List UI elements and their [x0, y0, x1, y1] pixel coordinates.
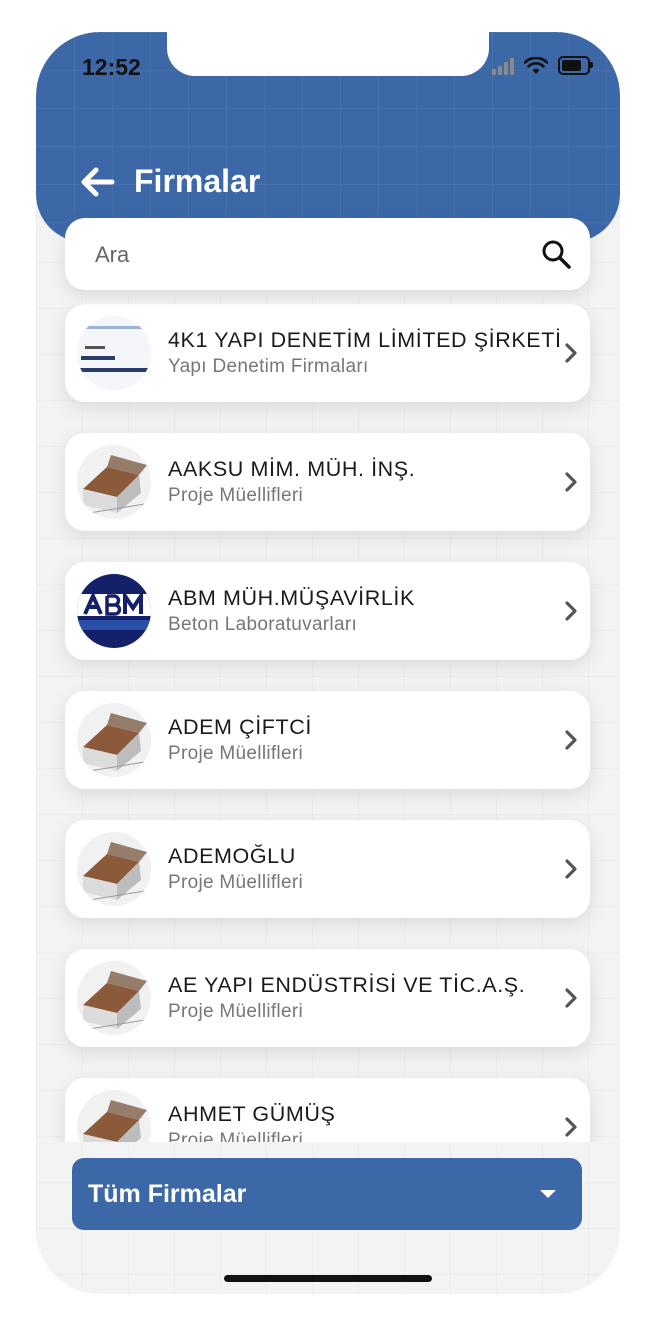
chevron-right-icon	[565, 1117, 577, 1137]
firm-category: Proje Müellifleri	[168, 485, 303, 506]
chevron-right-icon	[565, 988, 577, 1008]
device-notch	[167, 32, 489, 76]
firm-card[interactable]: ADEMOĞLU Proje Müellifleri	[65, 820, 590, 918]
firm-name: ABM MÜH.MÜŞAVİRLİK	[168, 586, 415, 610]
firm-category: Proje Müellifleri	[168, 872, 303, 893]
firm-card[interactable]: ADEM ÇİFTCİ Proje Müellifleri	[65, 691, 590, 789]
phone-screen: 12:52 Firmalar Ara 4K1 YAPI DENETİM LİMİ…	[36, 32, 620, 1294]
firm-avatar-abm-logo	[77, 574, 151, 648]
firm-name: AHMET GÜMÜŞ	[168, 1102, 336, 1126]
firm-avatar-house-sketch	[77, 832, 151, 906]
status-icons	[492, 56, 593, 75]
firm-avatar-house-sketch	[77, 703, 151, 777]
chevron-right-icon	[565, 859, 577, 879]
firm-card[interactable]: 4K1 YAPI DENETİM LİMİTED ŞİRKETİ Yapı De…	[65, 304, 590, 402]
battery-icon	[558, 56, 593, 75]
firm-name: ADEM ÇİFTCİ	[168, 715, 312, 739]
firm-list[interactable]: 4K1 YAPI DENETİM LİMİTED ŞİRKETİ Yapı De…	[36, 304, 620, 1142]
home-indicator	[224, 1275, 432, 1282]
firm-name: 4K1 YAPI DENETİM LİMİTED ŞİRKETİ	[168, 328, 562, 352]
firm-avatar-document-logo	[77, 316, 151, 390]
back-arrow-icon[interactable]	[78, 162, 118, 202]
firm-avatar-house-sketch	[77, 1090, 151, 1142]
firm-category: Proje Müellifleri	[168, 743, 303, 764]
chevron-right-icon	[565, 343, 577, 363]
caret-down-icon	[540, 1190, 556, 1198]
firm-card[interactable]: AAKSU MİM. MÜH. İNŞ. Proje Müellifleri	[65, 433, 590, 531]
firm-card[interactable]: AE YAPI ENDÜSTRİSİ VE TİC.A.Ş. Proje Müe…	[65, 949, 590, 1047]
search-input[interactable]	[93, 232, 517, 278]
filter-selected-label: Tüm Firmalar	[88, 1180, 247, 1208]
firm-category: Proje Müellifleri	[168, 1001, 303, 1022]
firm-card[interactable]: AHMET GÜMÜŞ Proje Müellifleri	[65, 1078, 590, 1142]
firm-name: ADEMOĞLU	[168, 844, 296, 868]
search-bar	[65, 218, 590, 290]
firm-filter-dropdown[interactable]: Tüm Firmalar	[72, 1158, 582, 1230]
firm-category: Yapı Denetim Firmaları	[168, 356, 369, 377]
firm-card[interactable]: ABM MÜH.MÜŞAVİRLİK Beton Laboratuvarları	[65, 562, 590, 660]
cellular-signal-icon	[492, 57, 514, 75]
chevron-right-icon	[565, 601, 577, 621]
firm-category: Beton Laboratuvarları	[168, 614, 358, 635]
firm-avatar-house-sketch	[77, 961, 151, 1035]
status-time: 12:52	[82, 54, 141, 80]
firm-avatar-house-sketch	[77, 445, 151, 519]
firm-name: AE YAPI ENDÜSTRİSİ VE TİC.A.Ş.	[168, 973, 526, 997]
firm-name: AAKSU MİM. MÜH. İNŞ.	[168, 457, 416, 481]
chevron-right-icon	[565, 730, 577, 750]
page-title: Firmalar	[134, 163, 261, 199]
wifi-icon	[524, 56, 548, 74]
firm-category: Proje Müellifleri	[168, 1130, 303, 1142]
search-icon[interactable]	[540, 238, 572, 270]
chevron-right-icon	[565, 472, 577, 492]
